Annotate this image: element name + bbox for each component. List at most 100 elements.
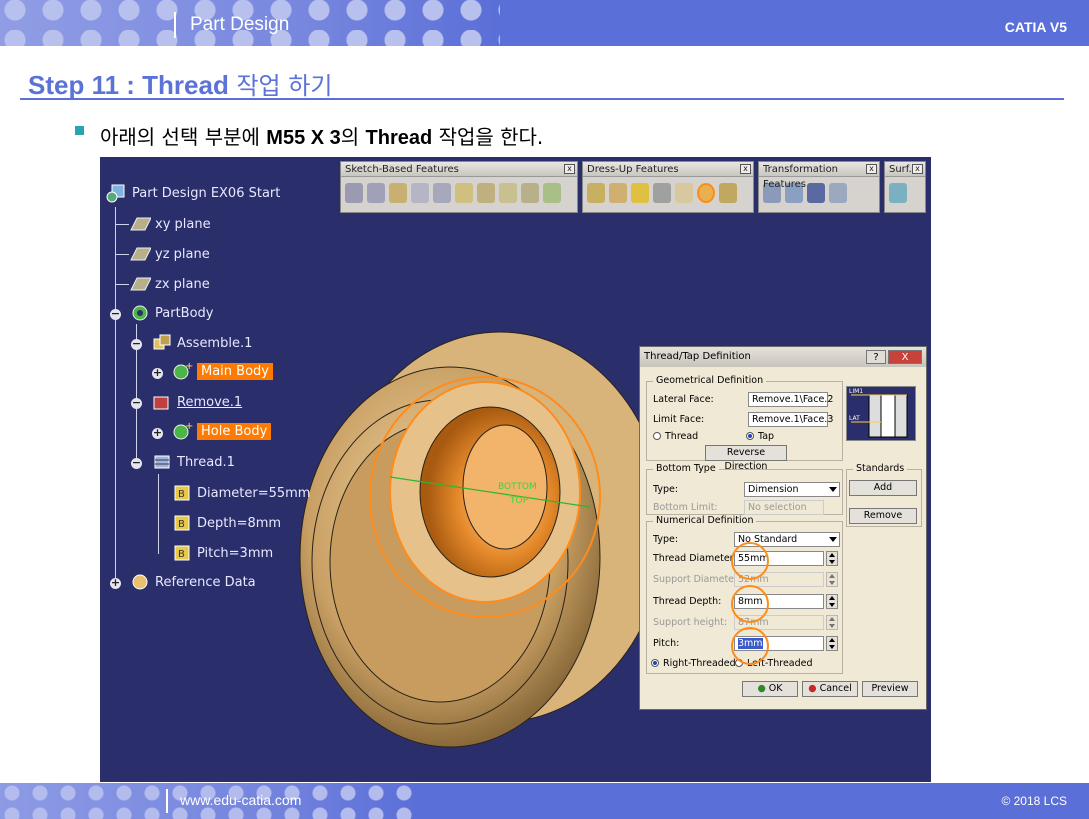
tree-param-depth[interactable]: B Depth=8mm <box>171 513 281 533</box>
tree-item-thread[interactable]: Thread.1 <box>151 452 235 472</box>
bottom-type-select[interactable]: Dimension <box>744 482 840 497</box>
bottom-limit-field[interactable]: No selection <box>744 500 824 515</box>
expand-icon[interactable]: + <box>152 427 163 439</box>
add-standard-button[interactable]: Add <box>849 480 917 496</box>
groove-icon[interactable] <box>411 183 429 203</box>
heading-rule <box>20 98 1064 100</box>
close-icon[interactable]: x <box>912 164 923 174</box>
limit-face-field[interactable]: Remove.1\Face.3 <box>748 412 833 427</box>
preview-button[interactable]: Preview <box>862 681 918 697</box>
right-threaded-radio[interactable]: Right-Threaded <box>651 658 736 669</box>
slot-icon[interactable] <box>477 183 495 203</box>
footer-url[interactable]: www.edu-catia.com <box>180 792 301 808</box>
tree-item-label: PartBody <box>155 305 214 321</box>
lim1-label: LIM1 <box>849 388 863 395</box>
tree-line-h <box>115 254 129 255</box>
close-icon[interactable]: x <box>564 164 575 174</box>
thread-icon <box>151 452 173 472</box>
tree-param-diameter[interactable]: B Diameter=55mm <box>171 483 310 503</box>
scaling-icon[interactable] <box>829 183 847 203</box>
surface-icon[interactable] <box>889 183 907 203</box>
help-button[interactable]: ? <box>866 350 886 364</box>
bottom-type-group: Bottom Type Type: Dimension Bottom Limit… <box>646 463 843 515</box>
reference-icon <box>129 572 151 592</box>
instruction-post: 작업을 한다. <box>432 125 544 149</box>
shell-icon[interactable] <box>653 183 671 203</box>
right-threaded-label: Right-Threaded <box>663 658 736 669</box>
thread-radio-label: Thread <box>665 431 699 442</box>
expand-icon[interactable]: + <box>110 577 121 589</box>
tree-item-label: yz plane <box>155 246 210 262</box>
remove-face-icon[interactable] <box>719 183 737 203</box>
ok-button[interactable]: ● OK <box>742 681 798 697</box>
catia-viewport[interactable]: BOTTOM TOP Part Design EX06 Start xy pla… <box>100 157 931 782</box>
plane-icon <box>129 244 152 264</box>
tap-radio[interactable]: Tap <box>746 431 774 442</box>
tree-item-zx-plane[interactable]: zx plane <box>129 274 210 294</box>
tree-item-hole-body[interactable]: + Hole Body <box>171 421 272 441</box>
hole-icon[interactable] <box>433 183 451 203</box>
thread-radio[interactable]: Thread <box>653 431 698 442</box>
support-height-label: Support height: <box>653 617 728 628</box>
support-height-spinner[interactable] <box>826 615 838 630</box>
gear-icon <box>129 303 151 323</box>
close-icon[interactable]: x <box>866 164 877 174</box>
collapse-icon[interactable]: − <box>131 457 142 469</box>
fillet-icon[interactable] <box>587 183 605 203</box>
svg-text:B: B <box>178 549 185 560</box>
tree-item-label: Depth=8mm <box>197 515 282 531</box>
pitch-spinner[interactable] <box>826 636 838 651</box>
tree-item-yz-plane[interactable]: yz plane <box>129 244 210 264</box>
expand-icon[interactable]: + <box>152 367 163 379</box>
tree-item-remove[interactable]: Remove.1 <box>151 392 242 412</box>
thread-depth-spinner[interactable] <box>826 594 838 609</box>
loft-icon[interactable] <box>521 183 539 203</box>
thread-depth-label: Thread Depth: <box>653 596 722 607</box>
tree-item-reference[interactable]: Reference Data <box>129 572 256 592</box>
cancel-button[interactable]: ● Cancel <box>802 681 858 697</box>
tree-item-xy-plane[interactable]: xy plane <box>129 214 211 234</box>
tree-item-main-body[interactable]: + Main Body <box>171 361 273 381</box>
svg-text:+: + <box>185 361 193 372</box>
parameter-icon: B <box>171 483 193 503</box>
collapse-icon[interactable]: − <box>131 397 142 409</box>
parameter-icon: B <box>171 513 193 533</box>
tree-param-pitch[interactable]: B Pitch=3mm <box>171 543 273 563</box>
tree-item-label: Hole Body <box>197 422 272 440</box>
close-button[interactable]: X <box>888 350 922 364</box>
tree-item-assemble[interactable]: Assemble.1 <box>151 333 252 353</box>
pad-icon[interactable] <box>345 183 363 203</box>
shaft-icon[interactable] <box>389 183 407 203</box>
reverse-direction-button[interactable]: Reverse Direction <box>705 445 787 472</box>
cancel-icon: ● <box>808 683 817 694</box>
thickness-icon[interactable] <box>675 183 693 203</box>
tree-item-label: Diameter=55mm <box>197 485 311 501</box>
support-diameter-spinner[interactable] <box>826 572 838 587</box>
bottom-label: BOTTOM <box>498 482 537 492</box>
collapse-icon[interactable]: − <box>110 308 121 320</box>
tree-line-main <box>115 207 116 585</box>
collapse-icon[interactable]: − <box>131 338 142 350</box>
thread-tap-icon[interactable] <box>697 183 715 203</box>
close-icon[interactable]: x <box>740 164 751 174</box>
remove-loft-icon[interactable] <box>543 183 561 203</box>
toolbar-title: Sketch-Based Features <box>345 164 459 175</box>
lateral-face-field[interactable]: Remove.1\Face.2 <box>748 392 833 407</box>
stiffener-icon[interactable] <box>499 183 517 203</box>
tree-line-thread <box>158 474 159 554</box>
chamfer-icon[interactable] <box>609 183 627 203</box>
header-title: Part Design <box>190 14 290 35</box>
thread-diameter-spinner[interactable] <box>826 551 838 566</box>
rib-icon[interactable] <box>455 183 473 203</box>
bottom-type-label: Type: <box>653 484 679 495</box>
pocket-icon[interactable] <box>367 183 385 203</box>
tree-item-partbody[interactable]: PartBody <box>129 303 213 323</box>
plane-icon <box>129 214 152 234</box>
draft-icon[interactable] <box>631 183 649 203</box>
group-legend: Standards <box>853 463 908 474</box>
pattern-icon[interactable] <box>807 183 825 203</box>
tree-item-label: Main Body <box>197 362 273 380</box>
remove-standard-button[interactable]: Remove <box>849 508 917 524</box>
tree-root[interactable]: Part Design EX06 Start <box>106 183 280 203</box>
toolbar-sketch-based: Sketch-Based Features x <box>340 161 578 213</box>
